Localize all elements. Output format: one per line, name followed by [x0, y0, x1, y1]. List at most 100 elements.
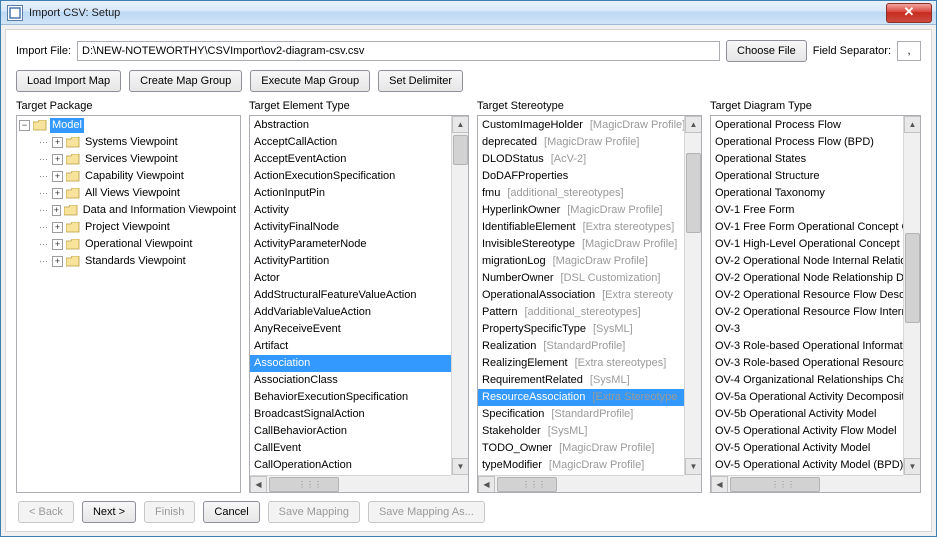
list-item[interactable]: RealizingElement[Extra stereotypes]	[478, 355, 684, 372]
tree-item[interactable]: ⋯+Project Viewpoint	[17, 219, 240, 236]
scroll-down-icon[interactable]: ▼	[904, 458, 921, 475]
scroll-down-icon[interactable]: ▼	[685, 458, 702, 475]
list-item[interactable]: RequirementRelated[SysML]	[478, 372, 684, 389]
scroll-up-icon[interactable]: ▲	[452, 116, 469, 133]
list-item[interactable]: OperationalAssociation[Extra stereoty	[478, 287, 684, 304]
list-item[interactable]: Abstraction	[250, 117, 451, 134]
expand-icon[interactable]: +	[52, 188, 63, 199]
scroll-left-icon[interactable]: ◀	[250, 476, 267, 493]
list-item[interactable]: OV-3	[711, 321, 903, 338]
list-item[interactable]: OV-2 Operational Node Relationship Des	[711, 270, 903, 287]
import-file-input[interactable]	[77, 41, 720, 61]
target-package-tree[interactable]: −Model⋯+Systems Viewpoint⋯+Services View…	[16, 115, 241, 493]
set-delimiter-button[interactable]: Set Delimiter	[378, 70, 463, 92]
list-item[interactable]: OV-5b Operational Activity Model	[711, 406, 903, 423]
list-item[interactable]: OV-1 Free Form	[711, 202, 903, 219]
target-stereotype-list[interactable]: CustomImageHolder[MagicDraw Profile]depr…	[477, 115, 702, 493]
scrollbar-vertical[interactable]: ▲ ▼	[451, 116, 468, 475]
list-item[interactable]: Operational States	[711, 151, 903, 168]
list-item[interactable]: OV-2 Operational Node Internal Relation	[711, 253, 903, 270]
list-item[interactable]: BehaviorExecutionSpecification	[250, 389, 451, 406]
tree-root[interactable]: −Model	[17, 117, 240, 134]
list-item[interactable]: AssociationClass	[250, 372, 451, 389]
list-item[interactable]: HyperlinkOwner[MagicDraw Profile]	[478, 202, 684, 219]
tree-item[interactable]: ⋯+Systems Viewpoint	[17, 134, 240, 151]
list-item[interactable]: TODO_Owner[MagicDraw Profile]	[478, 440, 684, 457]
create-map-group-button[interactable]: Create Map Group	[129, 70, 242, 92]
expand-icon[interactable]: +	[52, 171, 63, 182]
list-item[interactable]: AnyReceiveEvent	[250, 321, 451, 338]
list-item[interactable]: Association	[250, 355, 451, 372]
expand-icon[interactable]: +	[52, 137, 63, 148]
list-item[interactable]: deprecated[MagicDraw Profile]	[478, 134, 684, 151]
list-item[interactable]: fmu[additional_stereotypes]	[478, 185, 684, 202]
list-item[interactable]: CallBehaviorAction	[250, 423, 451, 440]
load-import-map-button[interactable]: Load Import Map	[16, 70, 121, 92]
list-item[interactable]: PropertySpecificType[SysML]	[478, 321, 684, 338]
scrollbar-horizontal[interactable]: ◀ ⋮⋮⋮ ▶	[478, 475, 701, 492]
list-item[interactable]: BroadcastSignalAction	[250, 406, 451, 423]
list-item[interactable]: AcceptCallAction	[250, 134, 451, 151]
list-item[interactable]: typeModifier[MagicDraw Profile]	[478, 457, 684, 474]
list-item[interactable]: OV-5 Operational Activity Flow Model	[711, 423, 903, 440]
list-item[interactable]: CallOperationAction	[250, 457, 451, 474]
list-item[interactable]: ResourceAssociation[Extra Stereotype	[478, 389, 684, 406]
list-item[interactable]: Realization[StandardProfile]	[478, 338, 684, 355]
tree-item[interactable]: ⋯+All Views Viewpoint	[17, 185, 240, 202]
tree-item[interactable]: ⋯+Standards Viewpoint	[17, 253, 240, 270]
tree-item[interactable]: ⋯+Data and Information Viewpoint	[17, 202, 240, 219]
scroll-up-icon[interactable]: ▲	[685, 116, 702, 133]
list-item[interactable]: OV-2 Operational Resource Flow Descrip	[711, 287, 903, 304]
expand-icon[interactable]: +	[52, 256, 63, 267]
list-item[interactable]: OV-3 Role-based Operational Resource	[711, 355, 903, 372]
list-item[interactable]: CustomImageHolder[MagicDraw Profile]	[478, 117, 684, 134]
target-element-type-list[interactable]: AbstractionAcceptCallActionAcceptEventAc…	[249, 115, 469, 493]
list-item[interactable]: Operational Process Flow (BPD)	[711, 134, 903, 151]
list-item[interactable]: DLODStatus[AcV-2]	[478, 151, 684, 168]
list-item[interactable]: Operational Process Flow	[711, 117, 903, 134]
list-item[interactable]: OV-5 Operational Activity Model (BPD)	[711, 457, 903, 474]
scroll-left-icon[interactable]: ◀	[711, 476, 728, 493]
expand-icon[interactable]: +	[52, 205, 61, 216]
list-item[interactable]: Activity	[250, 202, 451, 219]
list-item[interactable]: AddStructuralFeatureValueAction	[250, 287, 451, 304]
list-item[interactable]: ActionExecutionSpecification	[250, 168, 451, 185]
list-item[interactable]: Actor	[250, 270, 451, 287]
expand-icon[interactable]: +	[52, 239, 63, 250]
collapse-icon[interactable]: −	[19, 120, 30, 131]
list-item[interactable]: OV-3 Role-based Operational Informatio	[711, 338, 903, 355]
list-item[interactable]: InvisibleStereotype[MagicDraw Profile]	[478, 236, 684, 253]
list-item[interactable]: Specification[StandardProfile]	[478, 406, 684, 423]
list-item[interactable]: DoDAFProperties	[478, 168, 684, 185]
scroll-up-icon[interactable]: ▲	[904, 116, 921, 133]
list-item[interactable]: ActionInputPin	[250, 185, 451, 202]
tree-item[interactable]: ⋯+Services Viewpoint	[17, 151, 240, 168]
field-separator-input[interactable]	[897, 41, 921, 61]
next-button[interactable]: Next >	[82, 501, 136, 523]
list-item[interactable]: Operational Structure	[711, 168, 903, 185]
list-item[interactable]: Artifact	[250, 338, 451, 355]
target-diagram-type-list[interactable]: Operational Process FlowOperational Proc…	[710, 115, 921, 493]
list-item[interactable]: OV-5a Operational Activity Decompositio	[711, 389, 903, 406]
list-item[interactable]: Pattern[additional_stereotypes]	[478, 304, 684, 321]
cancel-button[interactable]: Cancel	[203, 501, 259, 523]
list-item[interactable]: AcceptEventAction	[250, 151, 451, 168]
list-item[interactable]: CallEvent	[250, 440, 451, 457]
list-item[interactable]: OV-4 Organizational Relationships Chart	[711, 372, 903, 389]
list-item[interactable]: OV-1 Free Form Operational Concept Gr	[711, 219, 903, 236]
list-item[interactable]: IdentifiableElement[Extra stereotypes]	[478, 219, 684, 236]
choose-file-button[interactable]: Choose File	[726, 40, 807, 62]
expand-icon[interactable]: +	[52, 154, 63, 165]
list-item[interactable]: ActivityPartition	[250, 253, 451, 270]
tree-item[interactable]: ⋯+Operational Viewpoint	[17, 236, 240, 253]
scroll-left-icon[interactable]: ◀	[478, 476, 495, 493]
list-item[interactable]: OV-2 Operational Resource Flow Interna	[711, 304, 903, 321]
scroll-down-icon[interactable]: ▼	[452, 458, 469, 475]
list-item[interactable]: OV-1 High-Level Operational Concept Gr	[711, 236, 903, 253]
list-item[interactable]: AddVariableValueAction	[250, 304, 451, 321]
list-item[interactable]: migrationLog[MagicDraw Profile]	[478, 253, 684, 270]
scrollbar-horizontal[interactable]: ◀ ⋮⋮⋮ ▶	[711, 475, 920, 492]
list-item[interactable]: NumberOwner[DSL Customization]	[478, 270, 684, 287]
list-item[interactable]: ActivityFinalNode	[250, 219, 451, 236]
scrollbar-vertical[interactable]: ▲ ▼	[903, 116, 920, 475]
